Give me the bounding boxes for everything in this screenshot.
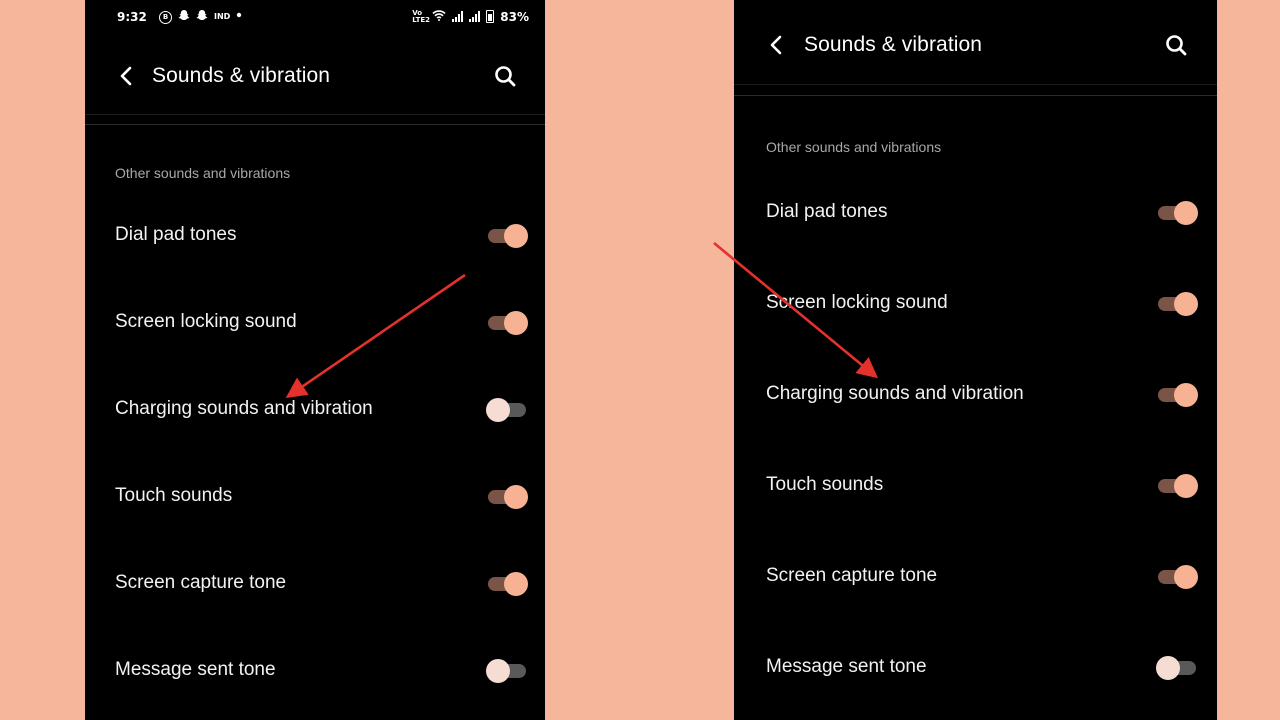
search-icon: [1166, 35, 1187, 56]
toggle-switch[interactable]: [486, 309, 528, 335]
setting-label: Message sent tone: [115, 659, 276, 680]
toggle-thumb: [486, 659, 510, 683]
toggle-thumb: [504, 224, 528, 248]
toggle-thumb: [1156, 656, 1180, 680]
setting-row-touch-sounds[interactable]: Touch sounds: [85, 466, 545, 526]
left-phone-screen: 9:32 B IND Vo LTE2 83% Sounds & vibratio…: [85, 0, 545, 720]
back-button[interactable]: [113, 62, 141, 90]
toggle-switch[interactable]: [486, 570, 528, 596]
app-bar: Sounds & vibration: [734, 25, 1217, 65]
setting-label: Screen locking sound: [766, 292, 948, 313]
system-icons: Vo LTE2 83%: [412, 9, 529, 24]
setting-label: Screen locking sound: [115, 311, 297, 332]
toggle-switch[interactable]: [486, 483, 528, 509]
setting-label: Dial pad tones: [115, 224, 237, 245]
setting-label: Message sent tone: [766, 656, 927, 677]
setting-label: Touch sounds: [766, 474, 884, 495]
search-button[interactable]: [491, 62, 519, 90]
snapchat-icon: [196, 9, 208, 25]
signal-icon: [469, 11, 481, 22]
section-header: Other sounds and vibrations: [115, 165, 291, 181]
toggle-thumb: [1174, 201, 1198, 225]
toggle-thumb: [504, 485, 528, 509]
comparison-canvas: 9:32 B IND Vo LTE2 83% Sounds & vibratio…: [0, 0, 1280, 720]
setting-label: Charging sounds and vibration: [115, 398, 373, 419]
toggle-switch[interactable]: [1156, 563, 1198, 589]
dot-icon: [236, 9, 242, 25]
divider: [85, 114, 545, 115]
toggle-switch[interactable]: [486, 657, 528, 683]
setting-label: Screen capture tone: [766, 565, 938, 586]
setting-row-screen-capture-tone[interactable]: Screen capture tone: [734, 546, 1217, 606]
toggle-thumb: [1174, 383, 1198, 407]
wifi-icon: [432, 9, 446, 24]
toggle-thumb: [1174, 565, 1198, 589]
search-icon: [495, 66, 516, 87]
setting-label: Screen capture tone: [115, 572, 287, 593]
chevron-left-icon: [770, 35, 782, 55]
setting-label: Dial pad tones: [766, 201, 888, 222]
toggle-switch[interactable]: [1156, 290, 1198, 316]
app-bar: Sounds & vibration: [85, 56, 545, 96]
signal-icon: [452, 11, 464, 22]
snapchat-icon: [178, 9, 190, 25]
ind-label: IND: [214, 12, 231, 21]
setting-row-message-sent-tone[interactable]: Message sent tone: [734, 637, 1217, 697]
setting-row-touch-sounds[interactable]: Touch sounds: [734, 455, 1217, 515]
toggle-switch[interactable]: [486, 222, 528, 248]
page-title: Sounds & vibration: [152, 64, 331, 87]
toggle-thumb: [504, 311, 528, 335]
divider: [734, 95, 1217, 96]
battery-percentage: 83%: [500, 9, 529, 24]
toggle-switch[interactable]: [1156, 654, 1198, 680]
divider: [734, 84, 1217, 85]
section-header: Other sounds and vibrations: [766, 139, 942, 155]
setting-row-message-sent-tone[interactable]: Message sent tone: [85, 640, 545, 700]
toggle-thumb: [1174, 474, 1198, 498]
toggle-thumb: [486, 398, 510, 422]
toggle-switch[interactable]: [1156, 381, 1198, 407]
setting-label: Charging sounds and vibration: [766, 383, 1024, 404]
divider: [85, 124, 545, 125]
toggle-switch[interactable]: [1156, 199, 1198, 225]
chevron-left-icon: [120, 66, 132, 86]
toggle-thumb: [504, 572, 528, 596]
status-bar: 9:32 B IND Vo LTE2 83%: [85, 0, 545, 34]
setting-row-charging-sounds[interactable]: Charging sounds and vibration: [734, 364, 1217, 424]
status-time: 9:32: [117, 10, 147, 24]
back-button[interactable]: [763, 31, 791, 59]
setting-row-screen-capture-tone[interactable]: Screen capture tone: [85, 553, 545, 613]
setting-label: Touch sounds: [115, 485, 233, 506]
volte-icon: Vo LTE2: [412, 8, 430, 24]
toggle-switch[interactable]: [1156, 472, 1198, 498]
setting-row-dial-pad-tones[interactable]: Dial pad tones: [734, 182, 1217, 242]
notification-icons: B IND: [159, 9, 242, 25]
setting-row-dial-pad-tones[interactable]: Dial pad tones: [85, 205, 545, 265]
page-title: Sounds & vibration: [804, 33, 983, 56]
battery-icon: [486, 10, 495, 23]
setting-row-screen-locking-sound[interactable]: Screen locking sound: [85, 292, 545, 352]
setting-row-charging-sounds[interactable]: Charging sounds and vibration: [85, 379, 545, 439]
search-button[interactable]: [1162, 31, 1190, 59]
toggle-switch[interactable]: [486, 396, 528, 422]
toggle-thumb: [1174, 292, 1198, 316]
setting-row-screen-locking-sound[interactable]: Screen locking sound: [734, 273, 1217, 333]
right-phone-screen: Sounds & vibration Other sounds and vibr…: [734, 0, 1217, 720]
b-circle-icon: B: [159, 10, 172, 24]
